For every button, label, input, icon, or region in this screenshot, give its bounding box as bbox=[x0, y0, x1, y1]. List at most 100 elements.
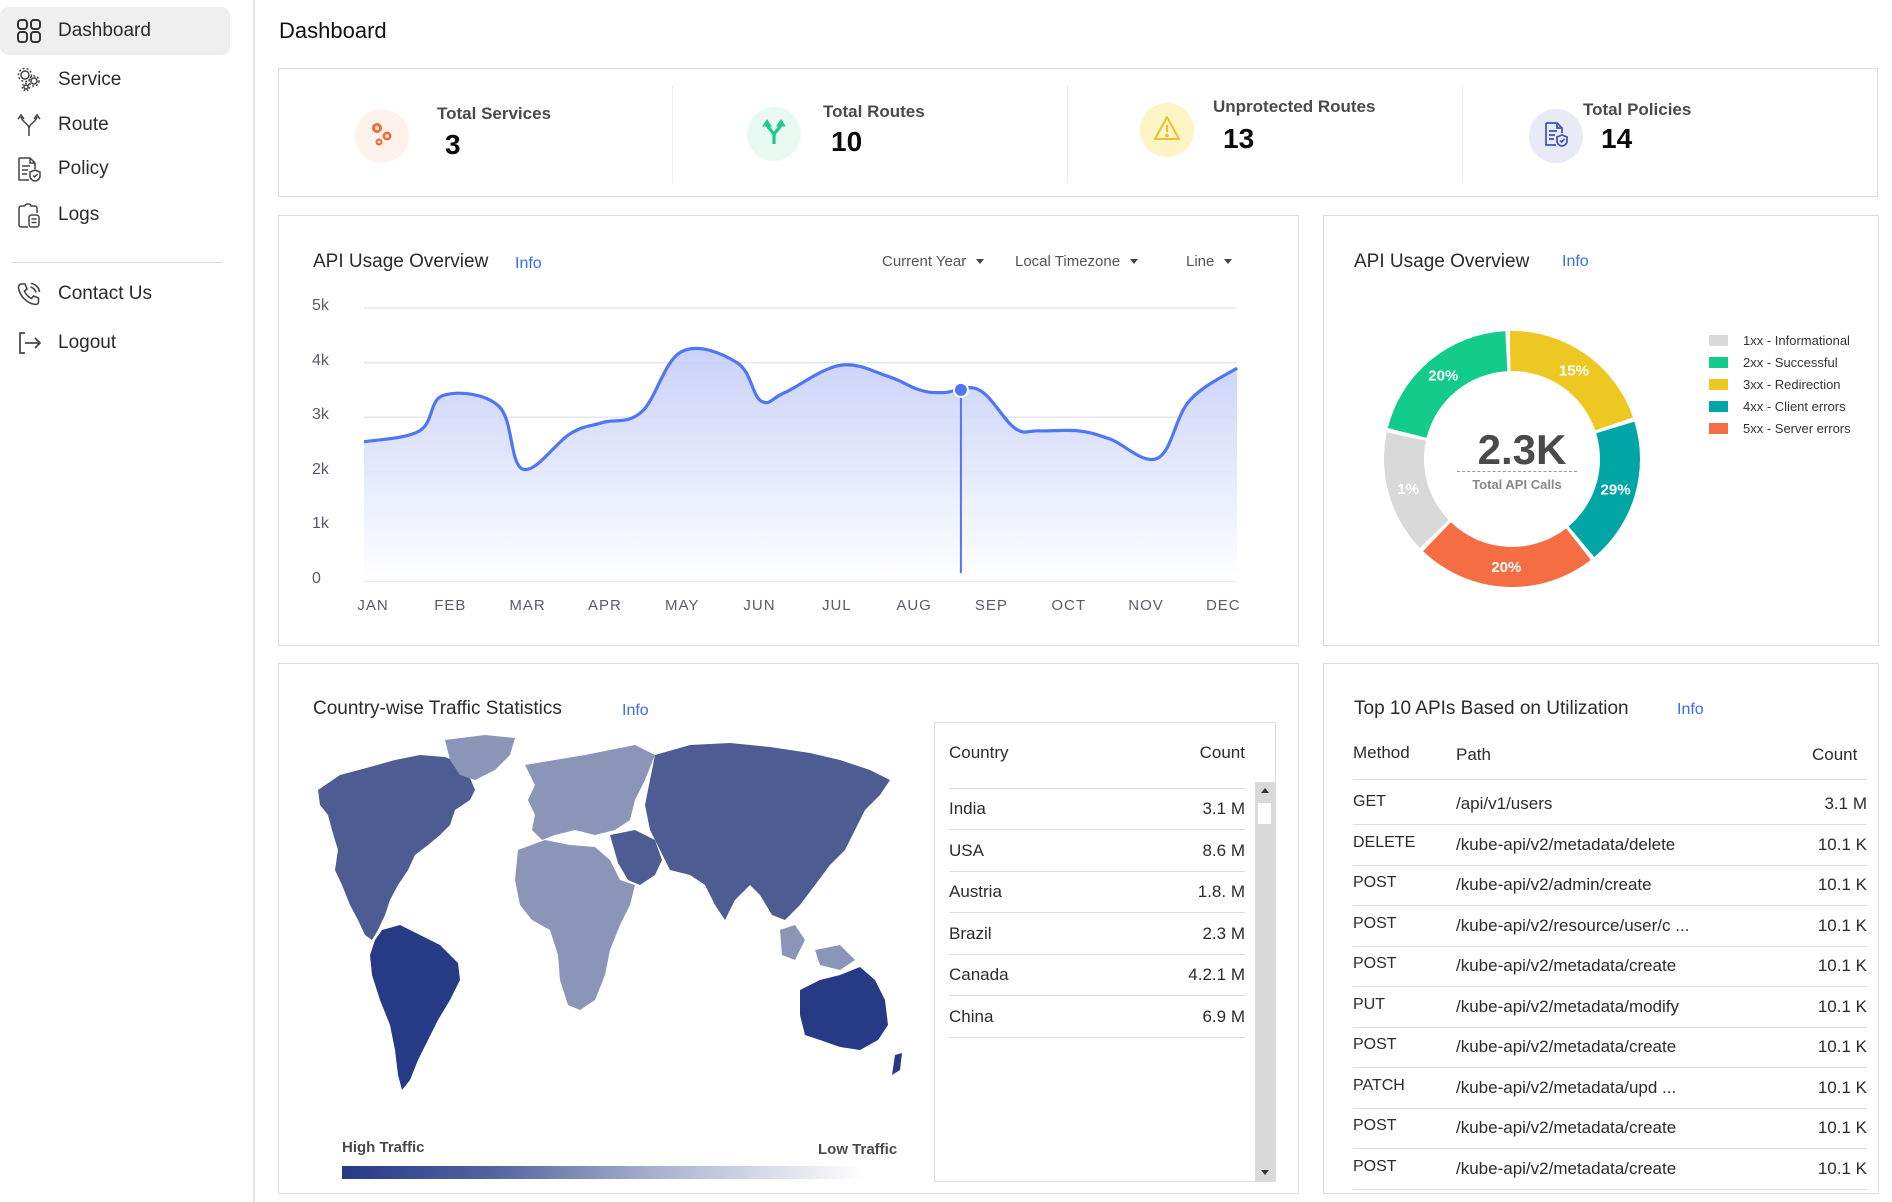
info-link[interactable]: Info bbox=[515, 255, 542, 273]
map-region-africa[interactable] bbox=[515, 840, 635, 1010]
x-tick-label: APR bbox=[587, 597, 622, 614]
dashboard-grid-icon bbox=[14, 16, 44, 46]
api-path: /kube-api/v2/metadata/delete bbox=[1456, 834, 1676, 854]
api-path: /kube-api/v2/metadata/create bbox=[1456, 956, 1677, 975]
x-tick-label: DEC bbox=[1205, 597, 1241, 614]
api-row[interactable]: PUT/kube-api/v2/metadata/modify 10.1 K bbox=[1353, 988, 1867, 1028]
country-row[interactable]: China 6.9 M bbox=[949, 997, 1245, 1038]
stat-total-services[interactable]: Total Services 3 bbox=[279, 83, 671, 183]
sidebar-item-logs[interactable]: Logs bbox=[0, 191, 230, 239]
y-tick-label: 4k bbox=[312, 351, 329, 369]
gears-icon bbox=[367, 119, 397, 154]
country-count: 3.1 M bbox=[1202, 799, 1245, 818]
sidebar-item-dashboard[interactable]: Dashboard bbox=[0, 7, 230, 55]
country-count: 2.3 M bbox=[1202, 923, 1245, 943]
api-row[interactable]: GET/api/v1/users 3.1 M bbox=[1353, 785, 1867, 825]
country-count: 1.8. M bbox=[1197, 882, 1245, 901]
stat-icon-circle bbox=[1140, 103, 1194, 157]
legend-item[interactable]: 1xx - Informational bbox=[1709, 333, 1850, 348]
legend-item[interactable]: 3xx - Redirection bbox=[1709, 377, 1841, 392]
map-region-southeast-asia[interactable] bbox=[780, 925, 855, 970]
api-row[interactable]: POST/kube-api/v2/metadata/create 10.1 K bbox=[1353, 1150, 1867, 1190]
stat-label: Total Routes bbox=[823, 102, 925, 121]
sidebar-item-logout[interactable]: Logout bbox=[0, 319, 230, 367]
country-row[interactable]: Canada 4.2.1 M bbox=[949, 955, 1245, 996]
country-table-header: Country Count bbox=[949, 743, 1245, 783]
api-method: PATCH bbox=[1353, 1076, 1405, 1094]
legend-item[interactable]: 4xx - Client errors bbox=[1709, 399, 1846, 414]
sidebar-item-route[interactable]: Route bbox=[0, 101, 230, 149]
stat-total-routes[interactable]: Total Routes 10 bbox=[673, 83, 1067, 183]
country-table: Country Count India 3.1 M USA 8.6 M Austria 1… bbox=[934, 722, 1276, 1182]
api-count: 10.1 K bbox=[1817, 956, 1867, 975]
timezone-dropdown[interactable]: Local Timezone bbox=[1015, 253, 1139, 270]
api-path: /kube-api/v2/metadata/create bbox=[1456, 1037, 1677, 1056]
map-region-europe[interactable] bbox=[525, 745, 655, 840]
policy-document-icon bbox=[1542, 120, 1570, 153]
api-method: POST bbox=[1353, 1117, 1397, 1134]
legend-item[interactable]: 2xx - Successful bbox=[1709, 355, 1838, 370]
map-region-asia[interactable] bbox=[645, 743, 890, 920]
api-row[interactable]: DELETE/kube-api/v2/metadata/delete 10.1 K bbox=[1353, 826, 1867, 866]
api-row[interactable]: POST/kube-api/v2/resource/user/c ... 10.1… bbox=[1353, 907, 1867, 947]
chart-type-dropdown[interactable]: Line bbox=[1186, 253, 1233, 270]
info-link[interactable]: Info bbox=[1562, 253, 1589, 271]
map-region-north-america[interactable] bbox=[318, 755, 475, 940]
country-row[interactable]: India 3.1 M bbox=[949, 789, 1245, 830]
sidebar-divider bbox=[12, 262, 222, 263]
year-dropdown[interactable]: Current Year bbox=[882, 253, 985, 270]
donut-slice[interactable] bbox=[1509, 331, 1634, 431]
api-row[interactable]: POST/kube-api/v2/metadata/create 10.1 K bbox=[1353, 1109, 1867, 1149]
gears-icon bbox=[14, 65, 44, 95]
api-row[interactable]: POST/kube-api/v2/metadata/create 10.1 K bbox=[1353, 1028, 1867, 1068]
api-method: GET bbox=[1353, 793, 1386, 810]
api-row[interactable]: POST/kube-api/v2/metadata/create 10.1 K bbox=[1353, 947, 1867, 987]
sidebar-item-contact-us[interactable]: Contact Us bbox=[0, 270, 230, 318]
api-path: /kube-api/v2/metadata/modify bbox=[1456, 996, 1680, 1016]
sidebar-item-service[interactable]: Service bbox=[0, 56, 230, 104]
x-tick-label: SEP bbox=[974, 597, 1008, 614]
route-split-icon bbox=[759, 117, 789, 152]
country-row[interactable]: Brazil 2.3 M bbox=[949, 914, 1245, 955]
map-region-south-america[interactable] bbox=[370, 925, 460, 1090]
donut-slice-label: 15% bbox=[1559, 363, 1589, 380]
map-region-australia[interactable] bbox=[800, 967, 888, 1050]
sidebar-item-policy[interactable]: Policy bbox=[0, 145, 230, 193]
donut-slice[interactable] bbox=[1423, 522, 1591, 587]
stat-total-policies[interactable]: Total Policies 14 bbox=[1463, 83, 1877, 183]
scroll-thumb[interactable] bbox=[1258, 803, 1271, 824]
api-count: 10.1 K bbox=[1817, 915, 1867, 935]
legend-swatch bbox=[1709, 423, 1728, 434]
stat-icon-circle bbox=[1529, 109, 1583, 163]
api-method: DELETE bbox=[1353, 833, 1416, 851]
stat-value: 10 bbox=[831, 126, 863, 157]
country-row[interactable]: Austria 1.8. M bbox=[949, 872, 1245, 913]
api-method: POST bbox=[1353, 955, 1397, 972]
donut-slice-label: 29% bbox=[1601, 482, 1631, 499]
info-link[interactable]: Info bbox=[622, 702, 649, 720]
api-row[interactable]: POST/kube-api/v2/admin/create 10.1 K bbox=[1353, 866, 1867, 906]
y-tick-label: 1k bbox=[312, 515, 329, 533]
column-header-country: Country bbox=[949, 743, 1009, 762]
country-table-scrollbar[interactable] bbox=[1255, 782, 1275, 1181]
stat-label: Unprotected Routes bbox=[1213, 97, 1376, 116]
caret-down-icon bbox=[976, 259, 985, 264]
y-tick-label: 5k bbox=[312, 297, 329, 314]
api-count: 10.1 K bbox=[1817, 1118, 1867, 1137]
api-count: 10.1 K bbox=[1817, 834, 1867, 854]
legend-item[interactable]: 5xx - Server errors bbox=[1709, 421, 1851, 436]
stat-unprotected-routes[interactable]: Unprotected Routes 13 bbox=[1068, 83, 1462, 183]
donut-slice-label: 1% bbox=[1397, 481, 1419, 498]
sidebar-item-label: Dashboard bbox=[58, 20, 151, 41]
x-tick-label: JAN bbox=[357, 597, 389, 614]
country-name: China bbox=[949, 1006, 994, 1026]
scroll-down-arrow-icon[interactable] bbox=[1261, 1170, 1269, 1175]
legend-label: 5xx - Server errors bbox=[1743, 421, 1851, 436]
country-row[interactable]: USA 8.6 M bbox=[949, 831, 1245, 872]
info-link[interactable]: Info bbox=[1677, 701, 1704, 719]
map-region-new-zealand[interactable] bbox=[892, 1053, 902, 1075]
legend-label: 4xx - Client errors bbox=[1743, 399, 1846, 414]
caret-down-icon bbox=[1224, 259, 1233, 264]
api-row[interactable]: PATCH/kube-api/v2/metadata/upd ... 10.1 K bbox=[1353, 1069, 1867, 1109]
scroll-up-arrow-icon[interactable] bbox=[1261, 788, 1269, 793]
